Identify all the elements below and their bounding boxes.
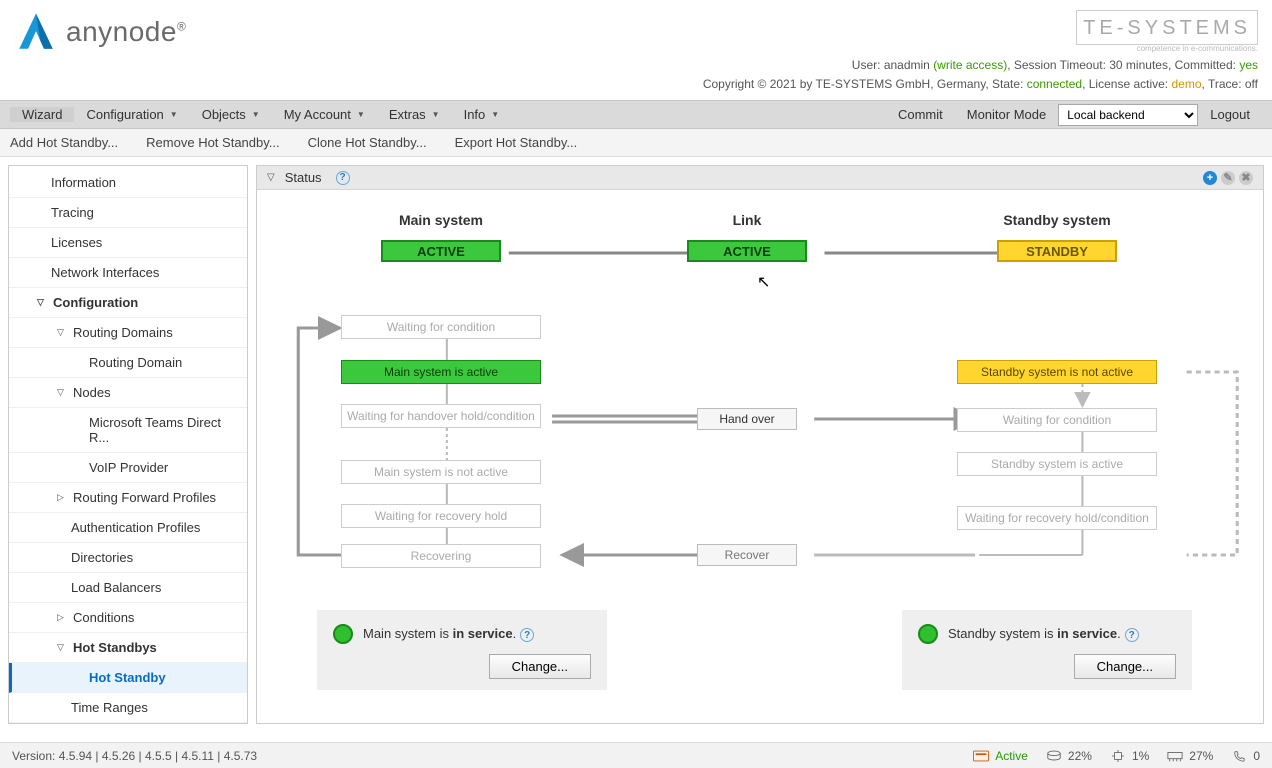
- sidebar-item-nodes[interactable]: ▽Nodes: [9, 378, 247, 408]
- workspace: Information Tracing Licenses Network Int…: [0, 157, 1272, 732]
- header: anynode® TE-SYSTEMScompetence in e-commu…: [0, 0, 1272, 100]
- menu-my-account[interactable]: My Account: [272, 107, 377, 122]
- footer-mem: 27%: [1167, 749, 1213, 763]
- cpu-icon: [1110, 750, 1126, 762]
- backend-select[interactable]: Local backend: [1058, 104, 1198, 126]
- footer-active-status: Active: [973, 749, 1028, 763]
- footer-disk: 22%: [1046, 749, 1092, 763]
- status-dot-icon: [333, 624, 353, 644]
- sidebar-item-time-ranges[interactable]: Time Ranges: [9, 693, 247, 723]
- sidebar-item-routing-domain[interactable]: Routing Domain: [9, 348, 247, 378]
- submenu-add-hot-standby[interactable]: Add Hot Standby...: [10, 135, 118, 150]
- sidebar-item-voip-provider[interactable]: VoIP Provider: [9, 453, 247, 483]
- add-icon[interactable]: +: [1203, 171, 1217, 185]
- help-icon[interactable]: ?: [336, 171, 350, 185]
- memory-icon: [1167, 750, 1183, 762]
- standby-system-label: Standby system: [997, 212, 1117, 228]
- brand-text: anynode®: [66, 16, 186, 48]
- sidebar[interactable]: Information Tracing Licenses Network Int…: [8, 165, 248, 724]
- state-main-active: Main system is active: [341, 360, 541, 384]
- menu-objects[interactable]: Objects: [190, 107, 272, 122]
- menu-extras[interactable]: Extras: [377, 107, 452, 122]
- footer-version: Version: 4.5.94 | 4.5.26 | 4.5.5 | 4.5.1…: [12, 749, 257, 763]
- header-info: TE-SYSTEMScompetence in e-communications…: [703, 10, 1258, 94]
- disk-icon: [1046, 750, 1062, 762]
- footer-cpu: 1%: [1110, 749, 1149, 763]
- link-label: Link: [687, 212, 807, 228]
- state-main-not-active: Main system is not active: [341, 460, 541, 484]
- submenubar: Add Hot Standby... Remove Hot Standby...…: [0, 129, 1272, 157]
- sidebar-item-network-interfaces[interactable]: Network Interfaces: [9, 258, 247, 288]
- footer: Version: 4.5.94 | 4.5.26 | 4.5.5 | 4.5.1…: [0, 742, 1272, 768]
- sidebar-item-authentication-profiles[interactable]: Authentication Profiles: [9, 513, 247, 543]
- link-status-box: ACTIVE: [687, 240, 807, 262]
- help-icon[interactable]: ?: [520, 628, 534, 642]
- standby-service-panel: Standby system is in service.? Change...: [902, 610, 1192, 690]
- menubar: Wizard Configuration Objects My Account …: [0, 100, 1272, 129]
- sidebar-item-conditions[interactable]: ▷Conditions: [9, 603, 247, 633]
- state-main-waiting-handover: Waiting for handover hold/condition: [341, 404, 541, 428]
- main-system-label: Main system: [381, 212, 501, 228]
- status-dot-icon: [918, 624, 938, 644]
- action-hand-over: Hand over: [697, 408, 797, 430]
- cursor-icon: ↖: [757, 272, 770, 292]
- state-standby-not-active: Standby system is not active: [957, 360, 1157, 384]
- menu-info[interactable]: Info: [452, 107, 512, 122]
- standby-change-button[interactable]: Change...: [1074, 654, 1176, 679]
- panel-header: ▽ Status ? + ✎ ✖: [257, 166, 1263, 190]
- sidebar-item-load-balancers[interactable]: Load Balancers: [9, 573, 247, 603]
- edit-icon[interactable]: ✎: [1221, 171, 1235, 185]
- menu-commit[interactable]: Commit: [886, 107, 955, 122]
- submenu-export-hot-standby[interactable]: Export Hot Standby...: [455, 135, 578, 150]
- menu-wizard[interactable]: Wizard: [10, 107, 74, 122]
- sidebar-item-licenses[interactable]: Licenses: [9, 228, 247, 258]
- menu-logout[interactable]: Logout: [1198, 107, 1262, 122]
- logo-icon: [14, 10, 58, 54]
- collapse-icon[interactable]: ▽: [267, 172, 275, 183]
- help-icon[interactable]: ?: [1125, 628, 1139, 642]
- panel-title: Status: [285, 170, 322, 185]
- state-standby-waiting-recovery: Waiting for recovery hold/condition: [957, 506, 1157, 530]
- sidebar-item-routing-forward-profiles[interactable]: ▷Routing Forward Profiles: [9, 483, 247, 513]
- footer-calls: 0: [1231, 749, 1260, 763]
- logo-area: anynode®: [14, 10, 186, 54]
- phone-icon: [1231, 750, 1247, 762]
- main-service-panel: Main system is in service.? Change...: [317, 610, 607, 690]
- submenu-clone-hot-standby[interactable]: Clone Hot Standby...: [308, 135, 427, 150]
- main-change-button[interactable]: Change...: [489, 654, 591, 679]
- state-main-recovering: Recovering: [341, 544, 541, 568]
- sidebar-item-configuration[interactable]: ▽Configuration: [9, 288, 247, 318]
- card-icon: [973, 750, 989, 762]
- state-main-waiting-condition: Waiting for condition: [341, 315, 541, 339]
- state-standby-waiting-condition: Waiting for condition: [957, 408, 1157, 432]
- sidebar-item-ms-teams[interactable]: Microsoft Teams Direct R...: [9, 408, 247, 453]
- main-status-box: ACTIVE: [381, 240, 501, 262]
- standby-status-box: STANDBY: [997, 240, 1117, 262]
- te-systems-logo: TE-SYSTEMS: [1076, 10, 1258, 45]
- sidebar-item-information[interactable]: Information: [9, 168, 247, 198]
- state-standby-active: Standby system is active: [957, 452, 1157, 476]
- status-diagram: Main system Link Standby system ACTIVE A…: [257, 190, 1263, 724]
- main-pane: ▽ Status ? + ✎ ✖: [256, 165, 1264, 724]
- state-main-waiting-recovery: Waiting for recovery hold: [341, 504, 541, 528]
- delete-icon[interactable]: ✖: [1239, 171, 1253, 185]
- sidebar-item-hot-standby[interactable]: Hot Standby: [9, 663, 247, 693]
- sidebar-item-directories[interactable]: Directories: [9, 543, 247, 573]
- action-recover: Recover: [697, 544, 797, 566]
- sidebar-item-hot-standbys[interactable]: ▽Hot Standbys: [9, 633, 247, 663]
- submenu-remove-hot-standby[interactable]: Remove Hot Standby...: [146, 135, 279, 150]
- sidebar-item-tracing[interactable]: Tracing: [9, 198, 247, 228]
- menu-monitor-mode[interactable]: Monitor Mode: [955, 107, 1058, 122]
- menu-configuration[interactable]: Configuration: [74, 107, 189, 122]
- sidebar-item-routing-domains[interactable]: ▽Routing Domains: [9, 318, 247, 348]
